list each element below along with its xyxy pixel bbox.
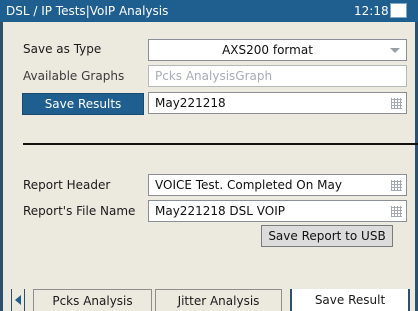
available-graphs-field: Pcks AnalysisGraph	[148, 65, 407, 87]
tab-bar: Pcks Analysis Jitter Analysis Save Resul…	[3, 289, 418, 311]
tab-scroll-left-icon[interactable]	[11, 289, 25, 311]
available-graphs-value: Pcks AnalysisGraph	[155, 69, 273, 83]
save-results-filename-value: May221218	[155, 96, 226, 110]
save-as-type-label: Save as Type	[23, 42, 102, 56]
keyboard-icon[interactable]	[391, 98, 402, 109]
clock: 12:18	[354, 4, 389, 18]
tab-pcks-analysis[interactable]: Pcks Analysis	[33, 289, 152, 311]
report-file-name-value: May221218 DSL VOIP	[155, 204, 286, 218]
save-as-type-dropdown[interactable]: AXS200 format	[148, 39, 407, 61]
keyboard-icon[interactable]	[391, 180, 402, 191]
save-report-to-usb-button[interactable]: Save Report to USB	[261, 225, 393, 247]
available-graphs-label: Available Graphs	[23, 69, 125, 83]
chevron-down-icon	[390, 48, 400, 53]
tab-save-result[interactable]: Save Result	[290, 289, 410, 311]
report-header-field[interactable]: VOICE Test. Completed On May	[148, 174, 407, 196]
tab-jitter-analysis[interactable]: Jitter Analysis	[155, 289, 282, 311]
save-results-filename-field[interactable]: May221218	[148, 92, 407, 114]
report-file-name-label: Report's File Name	[23, 204, 136, 218]
title-bar: DSL / IP Tests|VoIP Analysis 12:18	[0, 0, 418, 22]
report-file-name-field[interactable]: May221218 DSL VOIP	[148, 200, 407, 222]
main-panel: Save as Type AXS200 format Available Gra…	[0, 22, 418, 311]
section-divider	[23, 143, 418, 145]
window-title: DSL / IP Tests|VoIP Analysis	[6, 4, 169, 18]
report-header-value: VOICE Test. Completed On May	[155, 178, 342, 192]
window-switch-icon[interactable]	[390, 3, 407, 18]
keyboard-icon[interactable]	[391, 206, 402, 217]
save-results-button[interactable]: Save Results	[22, 93, 144, 115]
save-as-type-value: AXS200 format	[222, 43, 313, 57]
report-header-label: Report Header	[23, 178, 111, 192]
